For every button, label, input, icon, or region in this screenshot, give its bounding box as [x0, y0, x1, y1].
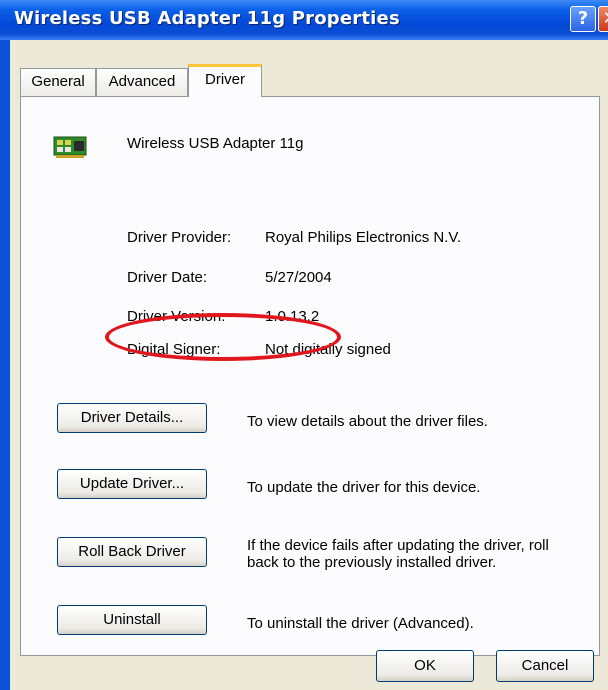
tab-general[interactable]: General	[20, 68, 96, 96]
help-button[interactable]: ?	[570, 6, 596, 32]
driver-provider-label: Driver Provider:	[127, 229, 232, 246]
driver-details-description: To view details about the driver files.	[247, 413, 488, 430]
driver-date-value: 5/27/2004	[265, 269, 332, 286]
properties-dialog: Wireless USB Adapter 11g Properties ? ✕ …	[0, 0, 608, 690]
uninstall-button[interactable]: Uninstall	[57, 605, 207, 635]
driver-date-label: Driver Date:	[127, 269, 208, 286]
window-title: Wireless USB Adapter 11g Properties	[14, 8, 400, 29]
close-icon: ✕	[602, 8, 608, 29]
roll-back-driver-button[interactable]: Roll Back Driver	[57, 537, 207, 567]
update-driver-button[interactable]: Update Driver...	[57, 469, 207, 499]
device-name: Wireless USB Adapter 11g	[127, 135, 304, 152]
title-bar[interactable]: Wireless USB Adapter 11g Properties ? ✕	[0, 0, 608, 40]
driver-details-button[interactable]: Driver Details...	[57, 403, 207, 433]
roll-back-description-line1: If the device fails after updating the d…	[247, 537, 549, 554]
cancel-button[interactable]: Cancel	[496, 650, 594, 682]
help-icon: ?	[577, 8, 589, 29]
version-highlight-ellipse	[105, 313, 341, 361]
driver-provider-value: Royal Philips Electronics N.V.	[265, 229, 462, 246]
roll-back-description-line2: back to the previously installed driver.	[247, 554, 497, 571]
driver-tab-panel: Wireless USB Adapter 11g Driver Provider…	[20, 96, 600, 656]
ok-button[interactable]: OK	[376, 650, 474, 682]
tab-driver[interactable]: Driver	[188, 64, 262, 97]
dialog-client-area: General Advanced Driver Wireless USB Ada…	[10, 40, 608, 690]
update-driver-description: To update the driver for this device.	[247, 479, 481, 496]
network-adapter-icon	[53, 136, 87, 158]
tab-advanced[interactable]: Advanced	[96, 68, 188, 96]
uninstall-description: To uninstall the driver (Advanced).	[247, 615, 474, 632]
close-button[interactable]: ✕	[598, 6, 608, 32]
